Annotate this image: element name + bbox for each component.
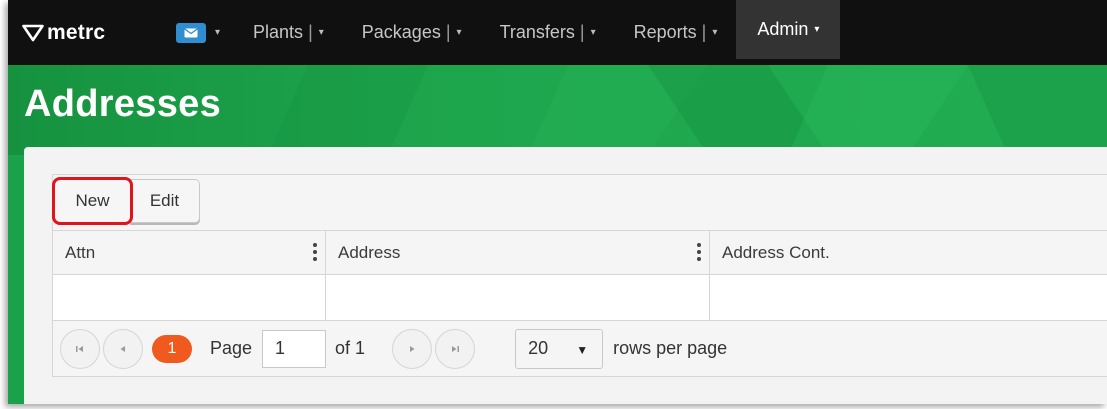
table-cell (326, 275, 710, 320)
nav-transfers[interactable]: Transfers | ▾ (481, 0, 615, 65)
nav-plants-label: Plants (253, 22, 304, 42)
nav-transfers-label: Transfers (499, 22, 575, 42)
page-count-label: of 1 (335, 338, 366, 358)
chevron-down-icon: ▾ (590, 27, 596, 38)
chevron-down-icon: ▾ (814, 24, 820, 35)
chevron-down-icon: ▾ (318, 27, 324, 38)
table-cell (53, 275, 326, 320)
column-menu-icon[interactable] (697, 243, 701, 261)
nav-separator: | (445, 22, 451, 42)
first-page-icon[interactable] (60, 328, 100, 369)
brand-name: metrc (47, 20, 106, 44)
page-number-input[interactable] (262, 329, 327, 368)
column-header-attn[interactable]: Attn (53, 231, 326, 274)
nav-packages-label: Packages (361, 22, 441, 42)
brand-logo[interactable]: metrc (8, 0, 166, 65)
nav-admin-label: Admin (757, 19, 809, 39)
column-menu-icon[interactable] (313, 243, 317, 261)
nav-reports[interactable]: Reports | ▾ (615, 0, 737, 65)
edit-button[interactable]: Edit (130, 179, 200, 223)
nav-reports-label: Reports (633, 22, 697, 42)
rows-per-page-label: rows per page (613, 338, 728, 358)
next-page-icon[interactable] (392, 328, 433, 369)
last-page-icon[interactable] (435, 328, 476, 369)
page-banner: Addresses (8, 65, 1107, 155)
current-page-badge[interactable]: 1 (152, 334, 192, 363)
previous-page-icon[interactable] (103, 328, 143, 369)
nav-separator: | (579, 22, 585, 42)
column-header-label: Address (338, 242, 401, 262)
action-button-group: New Edit (52, 177, 200, 225)
top-navbar: metrc ▾ Plants | ▾ Packages | ▾ Transfer… (8, 0, 1107, 65)
chevron-down-icon: ▾ (215, 27, 221, 38)
column-header-address-cont[interactable]: Address Cont. (710, 231, 1107, 274)
chevron-down-icon: ▾ (456, 27, 462, 38)
grid-toolbar: New Edit (52, 175, 1107, 231)
column-header-address[interactable]: Address (326, 231, 710, 274)
table-row[interactable] (53, 275, 1107, 321)
page-title: Addresses (24, 83, 222, 125)
metrc-logo-icon (22, 24, 44, 41)
nav-packages[interactable]: Packages | ▾ (343, 0, 481, 65)
nav-separator: | (308, 22, 313, 42)
table-cell (710, 275, 1107, 320)
column-header-label: Address Cont. (722, 242, 830, 262)
messages-menu[interactable]: ▾ (166, 0, 234, 65)
grid-header-row: Attn Address Address Cont. (53, 231, 1107, 275)
new-button[interactable]: New (52, 177, 133, 225)
column-header-label: Attn (65, 242, 96, 262)
grid-pager: 1 Page of 1 20 ▼ rows per page (53, 321, 1107, 376)
nav-admin[interactable]: Admin ▾ (736, 0, 841, 59)
chevron-down-icon: ▾ (712, 27, 718, 38)
app-window: metrc ▾ Plants | ▾ Packages | ▾ Transfer… (8, 0, 1107, 404)
nav-separator: | (701, 22, 707, 42)
content-panel: New Edit Attn Address Address Cont. 1 Pa… (24, 147, 1107, 404)
nav-plants[interactable]: Plants | ▾ (234, 0, 343, 65)
caret-down-icon: ▼ (576, 342, 589, 357)
addresses-grid: New Edit Attn Address Address Cont. 1 Pa… (52, 174, 1107, 377)
page-size-select[interactable]: 20 ▼ (515, 328, 604, 369)
envelope-icon (176, 22, 206, 43)
page-label: Page (210, 338, 253, 358)
page-size-value: 20 (528, 338, 549, 358)
